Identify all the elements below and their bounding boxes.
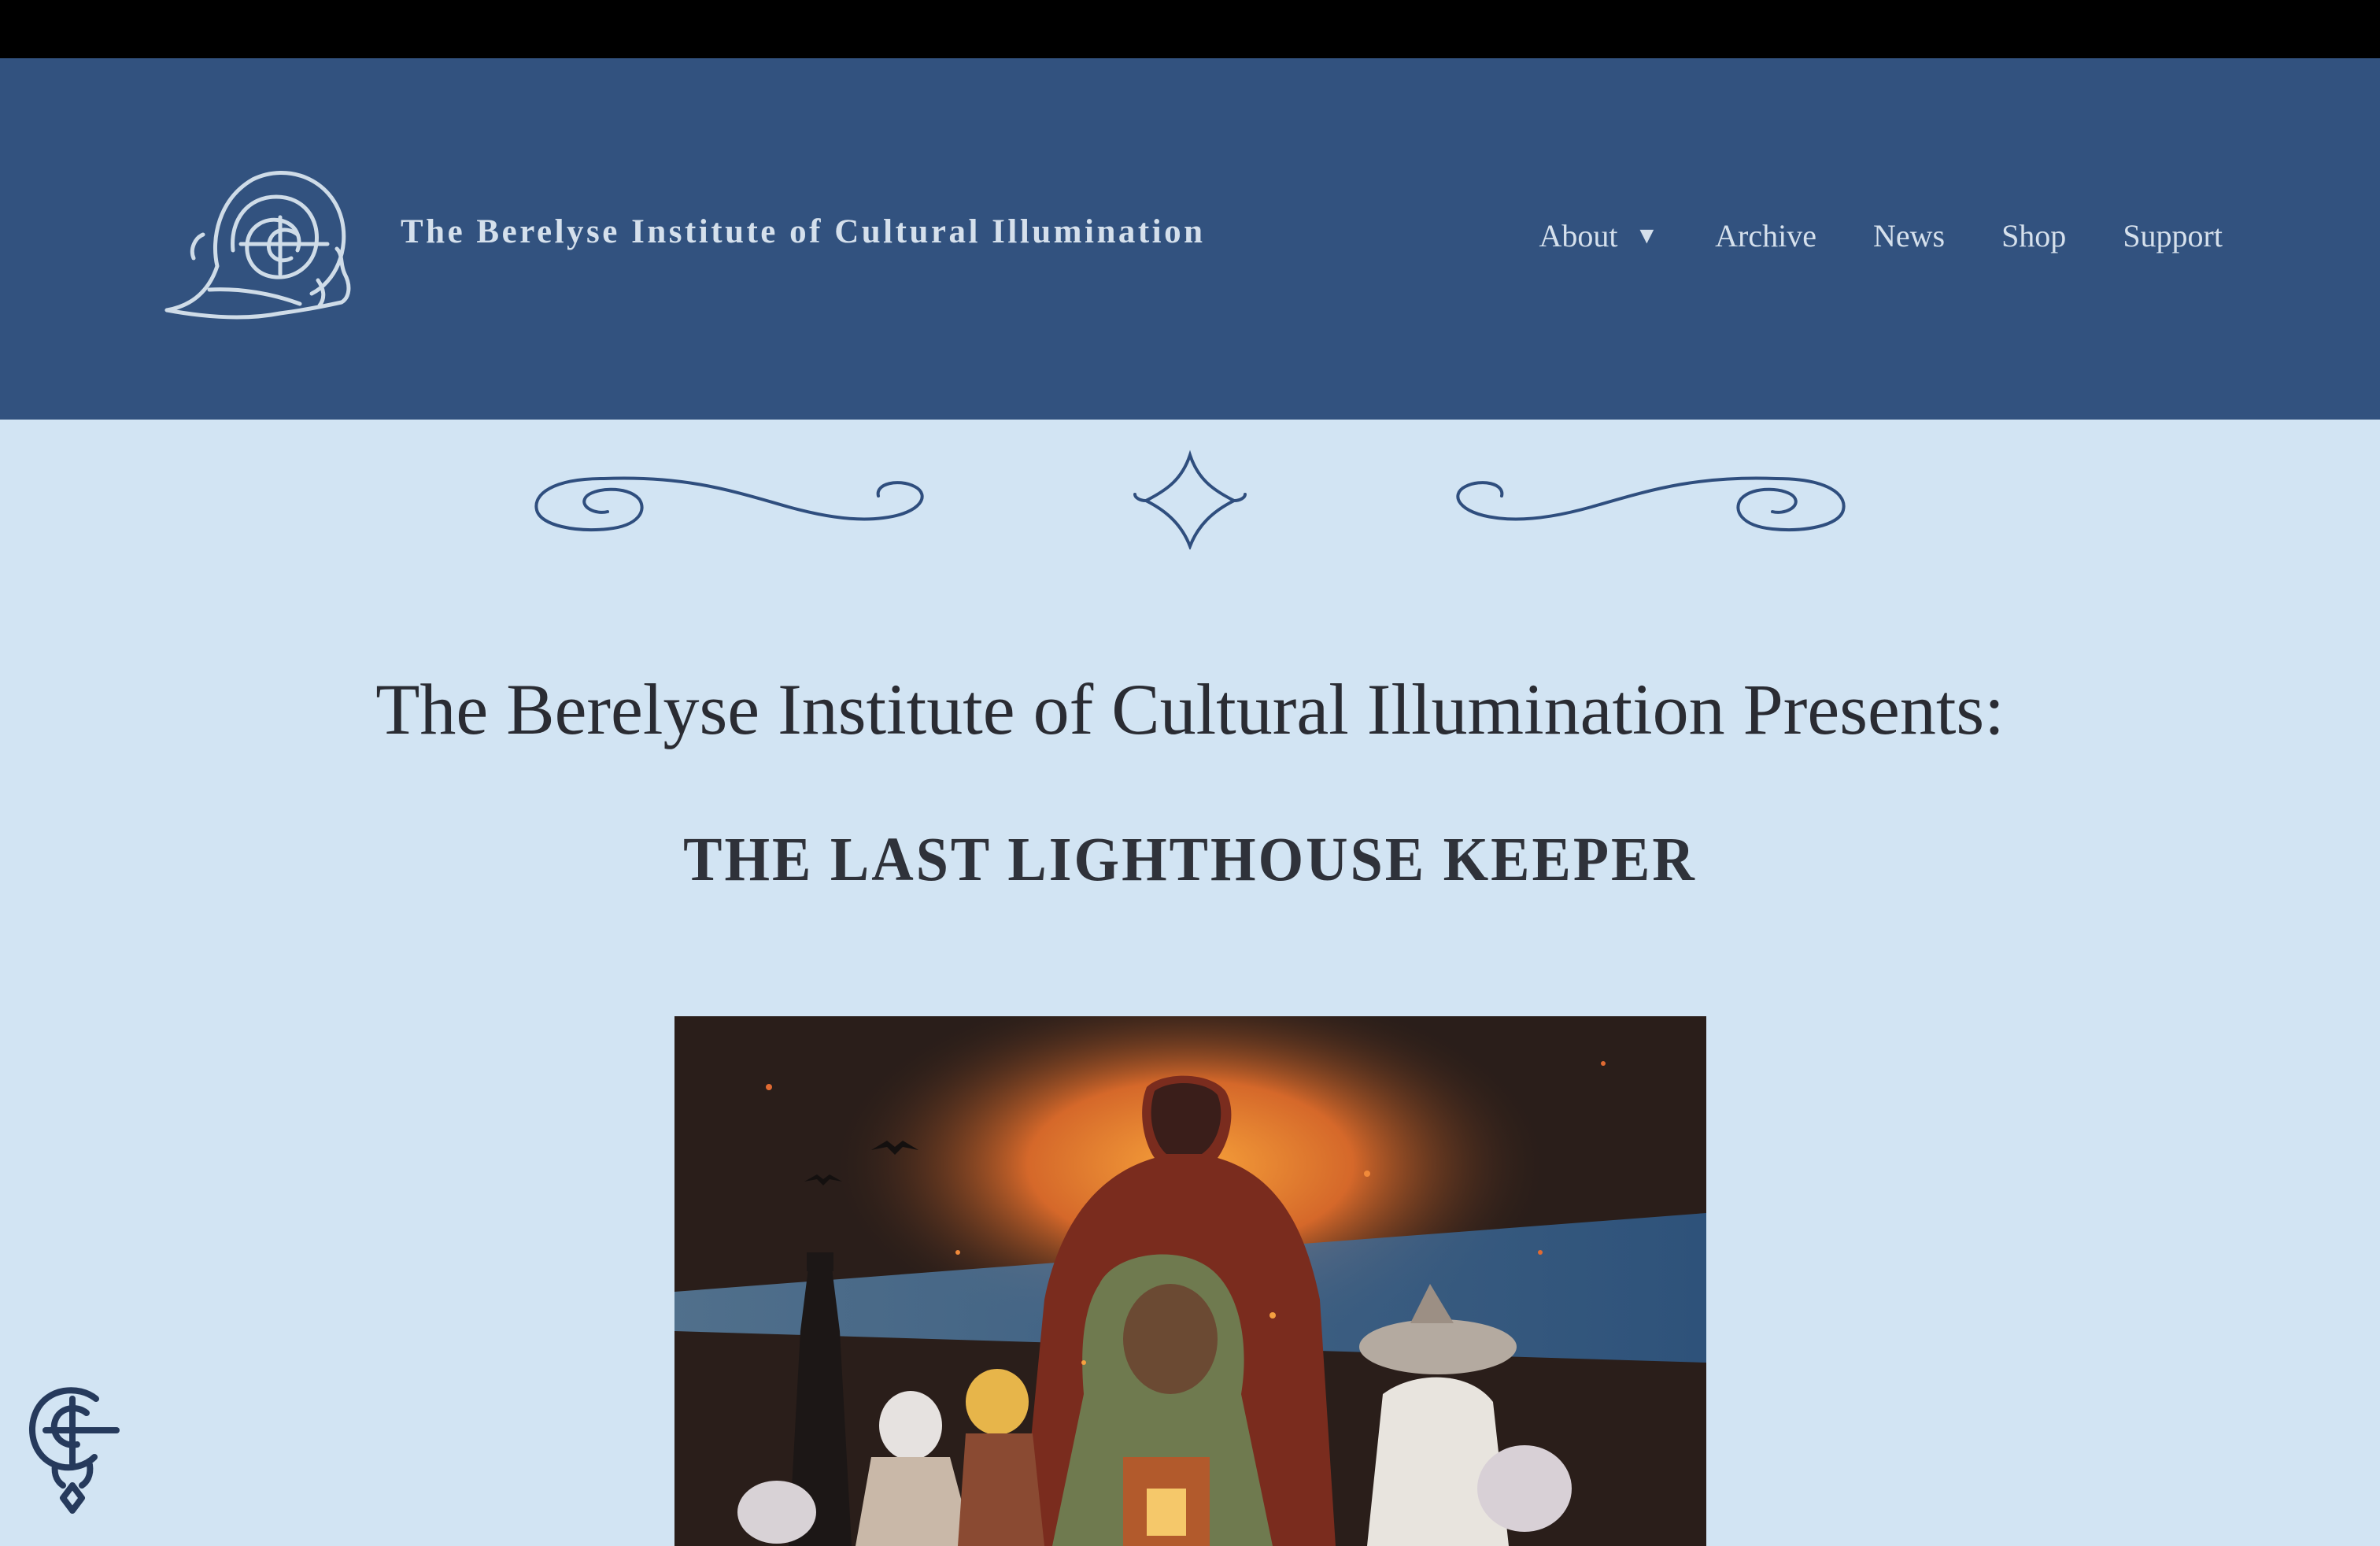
nav-item-label: Shop	[2001, 218, 2067, 253]
site-header: The Berelyse Institute of Cultural Illum…	[0, 58, 2380, 420]
nav-item-about[interactable]: About ▼	[1539, 217, 1658, 254]
nav-item-support[interactable]: Support	[2123, 217, 2223, 254]
book-title: THE LAST LIGHTHOUSE KEEPER	[683, 824, 1697, 895]
nav-item-label: Support	[2123, 218, 2223, 253]
book-cover-image[interactable]	[674, 1016, 1706, 1546]
nav-item-label: About	[1539, 218, 1618, 253]
browser-top-bar	[0, 0, 2380, 58]
nav-item-news[interactable]: News	[1873, 217, 1945, 254]
nav-item-label: Archive	[1715, 218, 1816, 253]
nav-item-archive[interactable]: Archive	[1715, 217, 1816, 254]
institute-monogram-icon[interactable]	[24, 1381, 121, 1515]
main-nav: About ▼ Archive News Shop Support	[1539, 217, 2223, 254]
site-title[interactable]: The Berelyse Institute of Cultural Illum…	[401, 213, 1206, 251]
chevron-down-icon: ▼	[1635, 222, 1659, 249]
page-heading: The Berelyse Institute of Cultural Illum…	[375, 669, 2005, 749]
snail-shell-logo-icon[interactable]	[162, 156, 359, 327]
nav-item-label: News	[1872, 218, 1946, 253]
nav-item-shop[interactable]: Shop	[2001, 217, 2066, 254]
decorative-flourish	[529, 447, 1851, 551]
